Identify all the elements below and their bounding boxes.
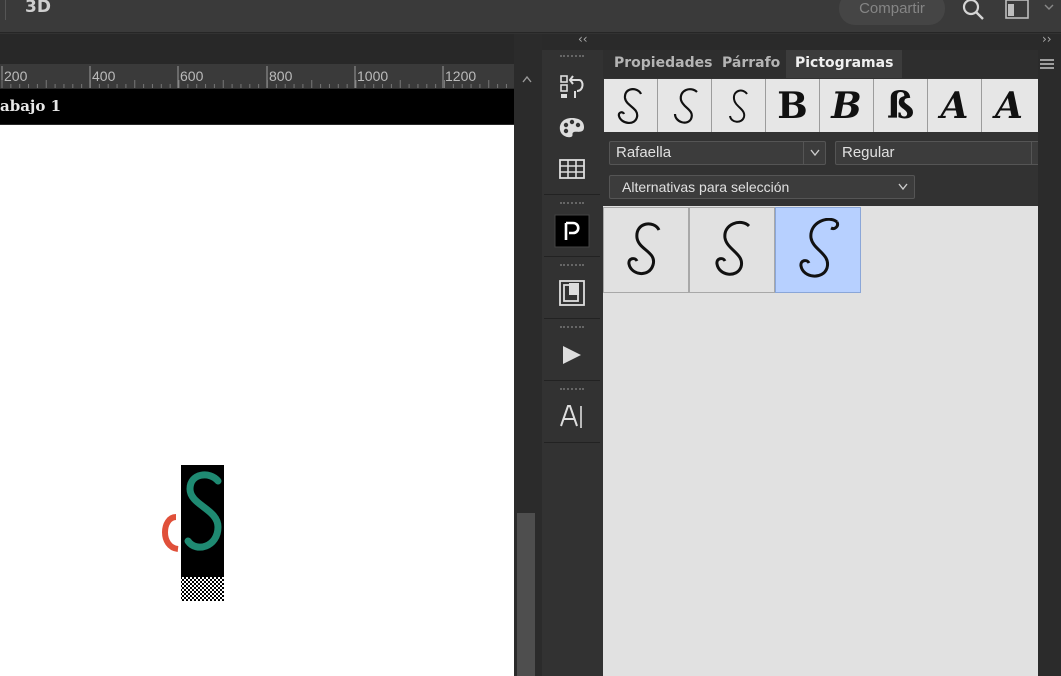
recent-glyph[interactable] bbox=[604, 79, 658, 132]
history-icon[interactable] bbox=[544, 67, 600, 107]
artboard-icon[interactable] bbox=[544, 273, 600, 313]
glyph-filter-value: Alternativas para selección bbox=[622, 179, 790, 195]
palette-icon[interactable] bbox=[544, 108, 600, 148]
glyph-cell-selected[interactable] bbox=[775, 207, 861, 293]
glyph-cell[interactable] bbox=[689, 207, 775, 293]
collapse-left-icon[interactable]: ‹‹ bbox=[578, 32, 588, 46]
scroll-up-icon[interactable] bbox=[521, 74, 533, 84]
panel-right-gutter bbox=[1038, 50, 1061, 676]
3d-mode-button[interactable]: 3D bbox=[25, 0, 51, 17]
recent-glyph[interactable] bbox=[658, 79, 712, 132]
artboard-canvas[interactable] bbox=[0, 125, 514, 676]
chevron-down-icon[interactable] bbox=[1043, 1, 1055, 13]
panel-tabs: Propiedades Párrafo Pictogramas bbox=[603, 50, 1038, 78]
font-family-value: Rafaella bbox=[616, 144, 672, 161]
glyph-grid bbox=[603, 206, 1038, 676]
recent-glyph[interactable]: B bbox=[766, 79, 820, 132]
font-family-select[interactable]: Rafaella bbox=[609, 141, 826, 165]
horizontal-ruler: 200 400 600 800 1000 1200 bbox=[0, 64, 514, 89]
vertical-scrollbar[interactable] bbox=[514, 34, 542, 676]
share-button[interactable]: Compartir bbox=[839, 0, 945, 25]
text-frame-glyphs[interactable] bbox=[160, 465, 240, 605]
strip-divider bbox=[544, 256, 600, 257]
grip-handle[interactable] bbox=[560, 388, 584, 391]
artboard-title: abajo 1 bbox=[0, 97, 62, 115]
play-icon[interactable] bbox=[544, 335, 600, 375]
recent-glyphs-row: B B ß A A bbox=[604, 79, 1038, 132]
strip-divider bbox=[544, 380, 600, 381]
toolbar-divider bbox=[5, 0, 6, 20]
ruler-mark: 800 bbox=[269, 68, 293, 84]
artboard-title-bar[interactable]: abajo 1 bbox=[0, 89, 514, 124]
chevron-down-icon[interactable] bbox=[892, 176, 914, 198]
font-style-value: Regular bbox=[842, 144, 895, 161]
tab-parrafo[interactable]: Párrafo bbox=[713, 50, 789, 78]
collapse-right-icon[interactable]: ›› bbox=[1042, 32, 1052, 46]
ruler-mark: 1000 bbox=[357, 68, 389, 84]
recent-glyph[interactable]: A bbox=[928, 79, 982, 132]
orange-letter-shape bbox=[162, 514, 179, 552]
document-area: 200 400 600 800 1000 1200 abajo 1 bbox=[0, 34, 514, 676]
search-icon[interactable] bbox=[961, 0, 985, 21]
character-icon[interactable] bbox=[544, 396, 600, 436]
grip-handle[interactable] bbox=[560, 202, 584, 205]
ruler-mark: 200 bbox=[4, 68, 28, 84]
collapsed-panel-strip bbox=[544, 50, 600, 676]
panel-dock-header: ‹‹ ›› bbox=[542, 32, 1061, 50]
recent-glyph[interactable]: ß bbox=[874, 79, 928, 132]
recent-glyph[interactable] bbox=[712, 79, 766, 132]
recent-glyph[interactable]: A bbox=[982, 79, 1036, 132]
scrollbar-thumb[interactable] bbox=[517, 513, 535, 676]
tab-propiedades[interactable]: Propiedades bbox=[605, 50, 721, 78]
ruler-ticks bbox=[1, 66, 507, 88]
glyphs-panel: Propiedades Párrafo Pictogramas B B ß A … bbox=[603, 50, 1054, 676]
strip-divider bbox=[544, 442, 600, 443]
chevron-down-icon[interactable] bbox=[803, 142, 825, 164]
glyph-filter-select[interactable]: Alternativas para selección bbox=[609, 175, 915, 199]
panel-menu-icon[interactable] bbox=[1039, 58, 1055, 72]
glyph-p-icon[interactable] bbox=[544, 211, 600, 251]
ruler-mark: 400 bbox=[92, 68, 116, 84]
grip-handle[interactable] bbox=[560, 326, 584, 329]
grip-handle[interactable] bbox=[560, 55, 584, 58]
ruler-mark: 1200 bbox=[445, 68, 477, 84]
glyph-cell[interactable] bbox=[603, 207, 689, 293]
strip-divider bbox=[544, 194, 600, 195]
strip-divider bbox=[544, 318, 600, 319]
table-icon[interactable] bbox=[544, 149, 600, 189]
font-style-select[interactable]: Regular bbox=[835, 141, 1054, 165]
grip-handle[interactable] bbox=[560, 264, 584, 267]
tab-pictogramas[interactable]: Pictogramas bbox=[786, 50, 903, 78]
workspace-icon[interactable] bbox=[1005, 0, 1029, 19]
application-bar: 3D Compartir bbox=[0, 0, 1061, 33]
ruler-mark: 600 bbox=[180, 68, 204, 84]
recent-glyph[interactable]: B bbox=[820, 79, 874, 132]
